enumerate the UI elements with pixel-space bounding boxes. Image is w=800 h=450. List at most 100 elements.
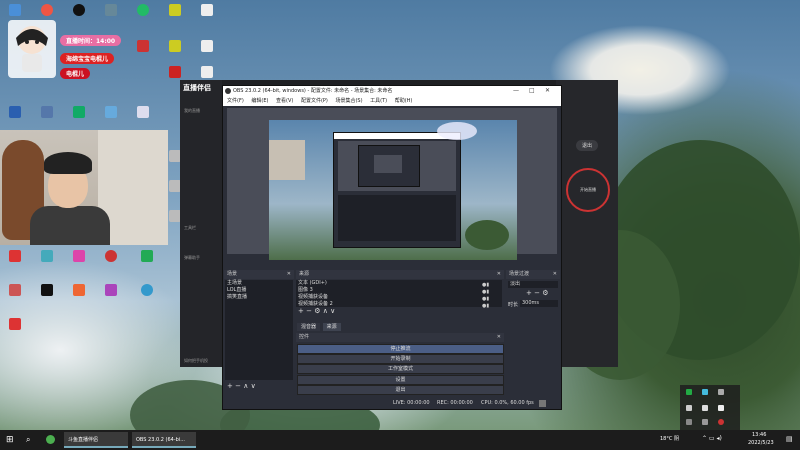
desktop-icon[interactable] (68, 284, 90, 298)
remove-transition-icon[interactable]: − (534, 289, 540, 297)
weather[interactable]: 18°C 阴 (660, 435, 679, 442)
source-item[interactable]: 视频捕获设备 (296, 294, 502, 301)
desktop-icon[interactable] (100, 250, 122, 264)
obs-window[interactable]: OBS 23.0.2 (64-bit, windows) - 配置文件: 未命名… (222, 85, 562, 410)
tray-icon[interactable] (718, 389, 724, 395)
menu-help[interactable]: 帮助(H) (395, 98, 413, 104)
dock-close-icon[interactable]: ✕ (497, 270, 501, 279)
desktop-icon[interactable] (68, 4, 90, 18)
minimize-icon[interactable]: — (513, 86, 519, 96)
tab-mixer[interactable]: 混音器 (297, 323, 321, 331)
remove-scene-icon[interactable]: − (235, 382, 241, 390)
tab-sources[interactable]: 来源 (322, 323, 341, 331)
desktop-icon[interactable] (196, 4, 218, 18)
move-down-icon[interactable]: ∨ (251, 382, 256, 390)
desktop-icon[interactable] (196, 66, 218, 80)
add-transition-icon[interactable]: + (526, 289, 532, 297)
settings-button[interactable]: 设置 (297, 375, 504, 385)
maximize-icon[interactable]: □ (529, 86, 535, 96)
menu-profile[interactable]: 配置文件(P) (301, 98, 328, 104)
start-recording-button[interactable]: 开始录制 (297, 354, 504, 364)
live-sidebar-item[interactable]: 弹幕助手 (184, 255, 200, 261)
remove-source-icon[interactable]: − (306, 307, 312, 315)
chrome-icon[interactable] (46, 435, 55, 444)
add-source-icon[interactable]: + (298, 307, 304, 315)
move-up-icon[interactable]: ∧ (323, 307, 328, 315)
tray-icon[interactable] (702, 389, 708, 395)
source-item[interactable]: 图像 3 (296, 287, 502, 294)
menu-tools[interactable]: 工具(T) (370, 98, 387, 104)
tray-icon[interactable] (686, 389, 692, 395)
obs-preview[interactable] (227, 108, 557, 260)
notification-icon[interactable]: ▤ (786, 435, 793, 443)
desktop-icon[interactable] (132, 4, 154, 18)
stop-streaming-button[interactable]: 停止推流 (297, 344, 504, 354)
tray-icon[interactable] (686, 419, 692, 425)
desktop-icon[interactable] (4, 4, 26, 18)
duration-input[interactable]: 300ms (520, 300, 558, 307)
menu-edit[interactable]: 编辑(E) (251, 98, 268, 104)
tray-icon[interactable] (702, 405, 708, 411)
studio-mode-button[interactable]: 工作室模式 (297, 364, 504, 374)
tray-icon[interactable] (686, 405, 692, 411)
exit-button[interactable]: 退出 (576, 140, 599, 151)
tray-icon[interactable] (702, 419, 708, 425)
menu-view[interactable]: 查看(V) (276, 98, 293, 104)
tray-system-icons[interactable]: ⌃ ▭ ◂) (702, 435, 722, 442)
taskbar-app-live[interactable]: 斗鱼直播伴侣 (64, 432, 128, 448)
search-icon[interactable]: ⌕ (26, 432, 30, 448)
menu-scene-collection[interactable]: 场景集合(S) (335, 98, 362, 104)
desktop-icon[interactable] (68, 106, 90, 120)
tray-icon[interactable] (718, 419, 724, 425)
windows-start-icon[interactable]: ⊞ (6, 432, 14, 448)
dock-close-icon[interactable]: ✕ (497, 333, 501, 342)
desktop-icon[interactable] (36, 4, 58, 18)
desktop-icon[interactable] (100, 4, 122, 18)
source-item[interactable]: 文本 (GDI+) (296, 280, 502, 287)
move-up-icon[interactable]: ∧ (243, 382, 248, 390)
source-visibility-icons[interactable]: ●▮ ●▮ ●▮ ●▮ (482, 282, 496, 309)
desktop-icon[interactable] (68, 250, 90, 264)
desktop-icon[interactable] (4, 106, 26, 120)
obs-titlebar[interactable]: OBS 23.0.2 (64-bit, windows) - 配置文件: 未命名… (223, 86, 561, 96)
desktop-icon[interactable] (164, 66, 186, 80)
menu-file[interactable]: 文件(F) (227, 98, 244, 104)
desktop-icon[interactable] (100, 106, 122, 120)
desktop-icon[interactable] (132, 106, 154, 120)
desktop-icon[interactable] (196, 40, 218, 54)
desktop-icon[interactable] (136, 250, 158, 264)
desktop-icon[interactable] (132, 40, 154, 54)
source-settings-icon[interactable]: ⚙ (314, 307, 320, 315)
dock-close-icon[interactable]: ✕ (553, 270, 557, 279)
desktop-icon[interactable] (36, 106, 58, 120)
close-icon[interactable]: ✕ (545, 86, 550, 96)
sources-list[interactable]: 文本 (GDI+) 图像 3 视频捕获设备 视频捕获设备 2 (296, 280, 502, 307)
scene-item[interactable]: 搞笑直播 (225, 294, 293, 301)
live-sidebar-item[interactable]: 我的直播 (184, 108, 200, 114)
taskbar-app-obs[interactable]: OBS 23.0.2 (64-bi... (132, 432, 196, 448)
exit-button[interactable]: 退出 (297, 385, 504, 395)
scene-item[interactable]: LOL直播 (225, 287, 293, 294)
desktop-icon[interactable] (4, 250, 26, 264)
dock-close-icon[interactable]: ✕ (287, 270, 291, 279)
transition-select[interactable]: 淡出 (508, 281, 558, 288)
add-scene-icon[interactable]: + (227, 382, 233, 390)
scene-item[interactable]: 主场景 (225, 280, 293, 287)
scenes-list[interactable]: 主场景 LOL直播 搞笑直播 (225, 280, 293, 380)
live-sidebar-item[interactable]: 工具栏 (184, 225, 196, 231)
move-down-icon[interactable]: ∨ (330, 307, 335, 315)
desktop-icon[interactable] (4, 284, 26, 298)
transition-settings-icon[interactable]: ⚙ (542, 289, 548, 297)
clock-date[interactable]: 2022/5/23 (748, 440, 774, 446)
live-sidebar-item[interactable]: 如何把手机投 (184, 358, 208, 364)
desktop-icon[interactable] (36, 250, 58, 264)
start-live-button[interactable]: 开始直播 (566, 168, 610, 212)
desktop-icon[interactable] (36, 284, 58, 298)
desktop-icon[interactable] (164, 4, 186, 18)
desktop-icon[interactable] (4, 318, 26, 332)
desktop-icon[interactable] (100, 284, 122, 298)
desktop-icon[interactable] (136, 284, 158, 298)
tray-icon[interactable] (718, 405, 724, 411)
desktop-icon[interactable] (164, 40, 186, 54)
clock-time[interactable]: 13:46 (752, 432, 766, 438)
